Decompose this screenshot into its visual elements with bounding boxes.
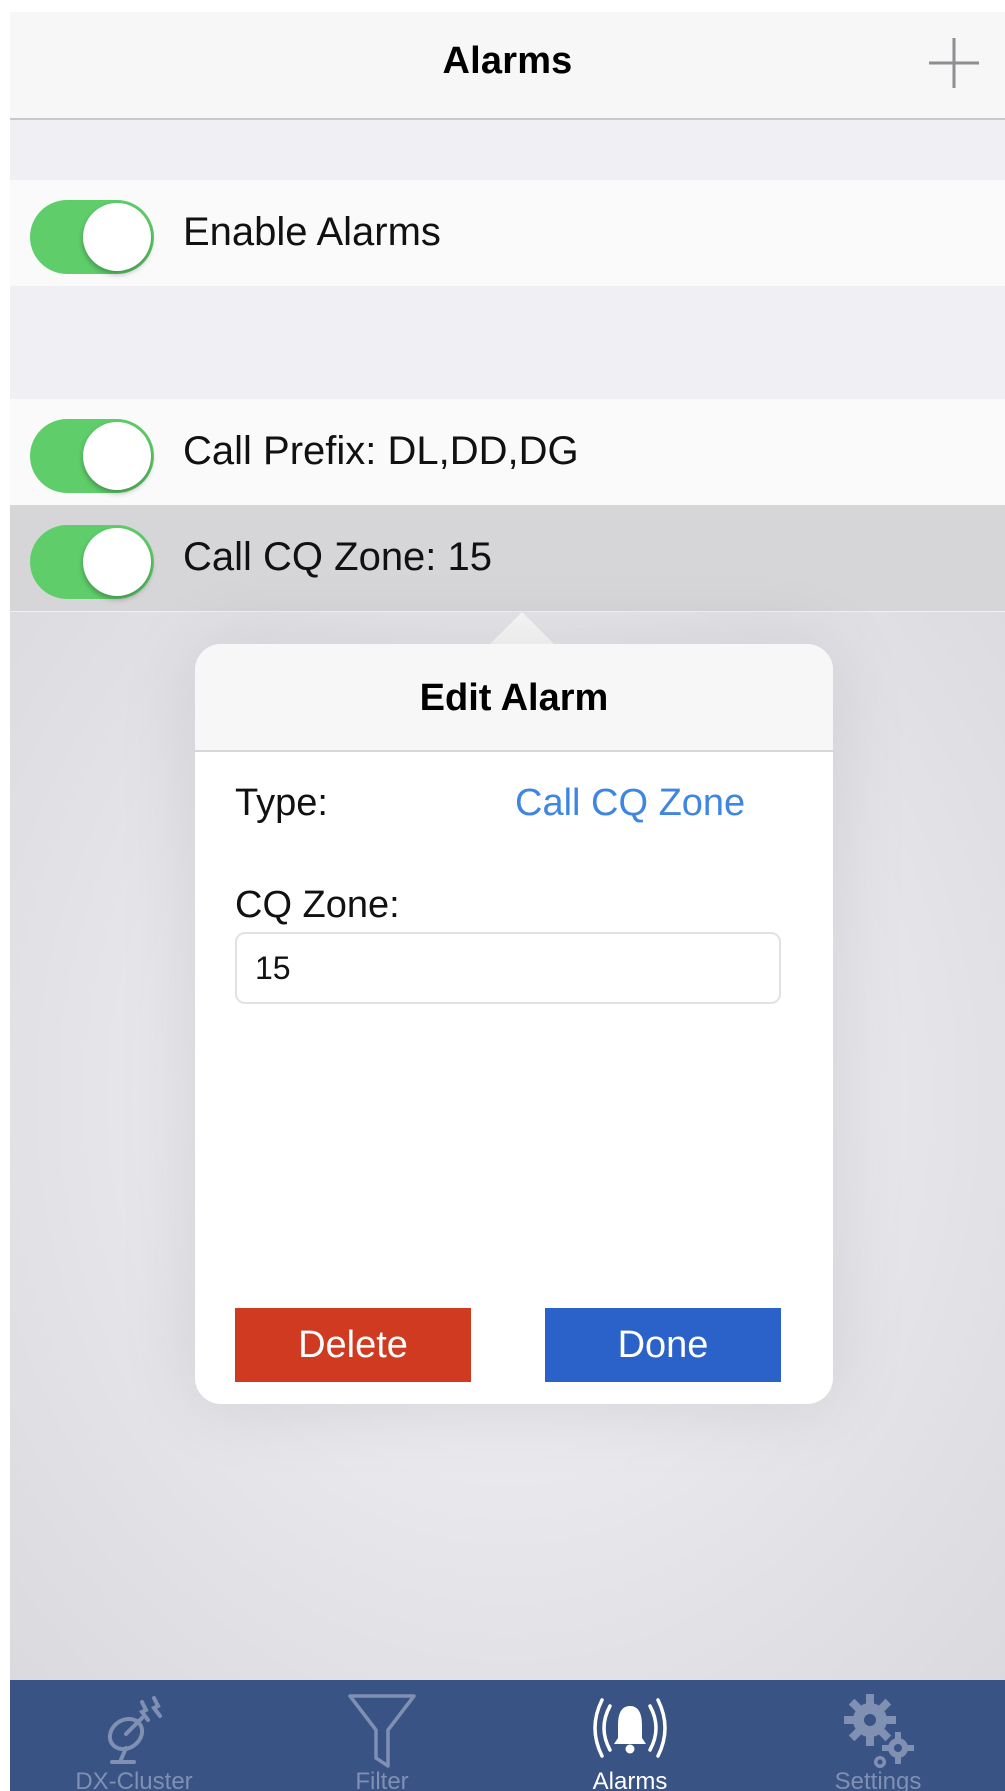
popover-header: Edit Alarm	[195, 644, 833, 752]
popover-arrow	[488, 612, 556, 646]
enable-alarms-row: Enable Alarms	[10, 180, 1005, 286]
edit-alarm-popover: Edit Alarm Type: Call CQ Zone CQ Zone: D…	[195, 644, 833, 1404]
alarm-toggle-call-prefix[interactable]	[30, 419, 154, 493]
done-button[interactable]: Done	[545, 1308, 781, 1382]
tab-filter[interactable]: Filter	[258, 1680, 506, 1791]
tab-label: Settings	[834, 1768, 922, 1791]
tab-label: Alarms	[592, 1768, 668, 1791]
toggle-knob	[83, 203, 151, 271]
bell-icon	[588, 1688, 672, 1772]
alarm-label: Call CQ Zone: 15	[183, 535, 493, 579]
cq-zone-input[interactable]	[235, 932, 781, 1004]
type-label: Type:	[235, 782, 328, 824]
cq-zone-label: CQ Zone:	[235, 884, 400, 926]
type-selector[interactable]: Call CQ Zone	[515, 782, 745, 825]
alarm-label: Call Prefix: DL,DD,DG	[183, 429, 579, 473]
add-alarm-button[interactable]	[923, 32, 985, 94]
tab-alarms[interactable]: Alarms	[506, 1680, 754, 1791]
gears-icon	[836, 1688, 920, 1772]
toggle-knob	[83, 422, 151, 490]
toggle-knob	[83, 528, 151, 596]
tab-settings[interactable]: Settings	[754, 1680, 1002, 1791]
tab-label: Filter	[355, 1768, 409, 1791]
alarm-row-call-prefix[interactable]: Call Prefix: DL,DD,DG	[10, 399, 1005, 505]
enable-alarms-label: Enable Alarms	[183, 210, 441, 254]
enable-alarms-toggle[interactable]	[30, 200, 154, 274]
alarms-screen: Alarms Enable Alarms Call Prefix: DL,DD,…	[10, 12, 1005, 1791]
page-title: Alarms	[442, 40, 573, 82]
tab-label: DX-Cluster	[75, 1768, 193, 1791]
alarm-toggle-cq-zone[interactable]	[30, 525, 154, 599]
tab-dx-cluster[interactable]: DX-Cluster	[10, 1680, 258, 1791]
alarm-row-cq-zone[interactable]: Call CQ Zone: 15	[10, 505, 1005, 611]
tab-bar: DX-Cluster Filter Alarms Settings	[10, 1680, 1005, 1791]
delete-button[interactable]: Delete	[235, 1308, 471, 1382]
navigation-bar: Alarms	[10, 12, 1005, 120]
funnel-icon	[340, 1688, 424, 1772]
satellite-dish-icon	[92, 1688, 176, 1772]
plus-icon	[929, 38, 979, 88]
popover-title: Edit Alarm	[419, 677, 609, 719]
